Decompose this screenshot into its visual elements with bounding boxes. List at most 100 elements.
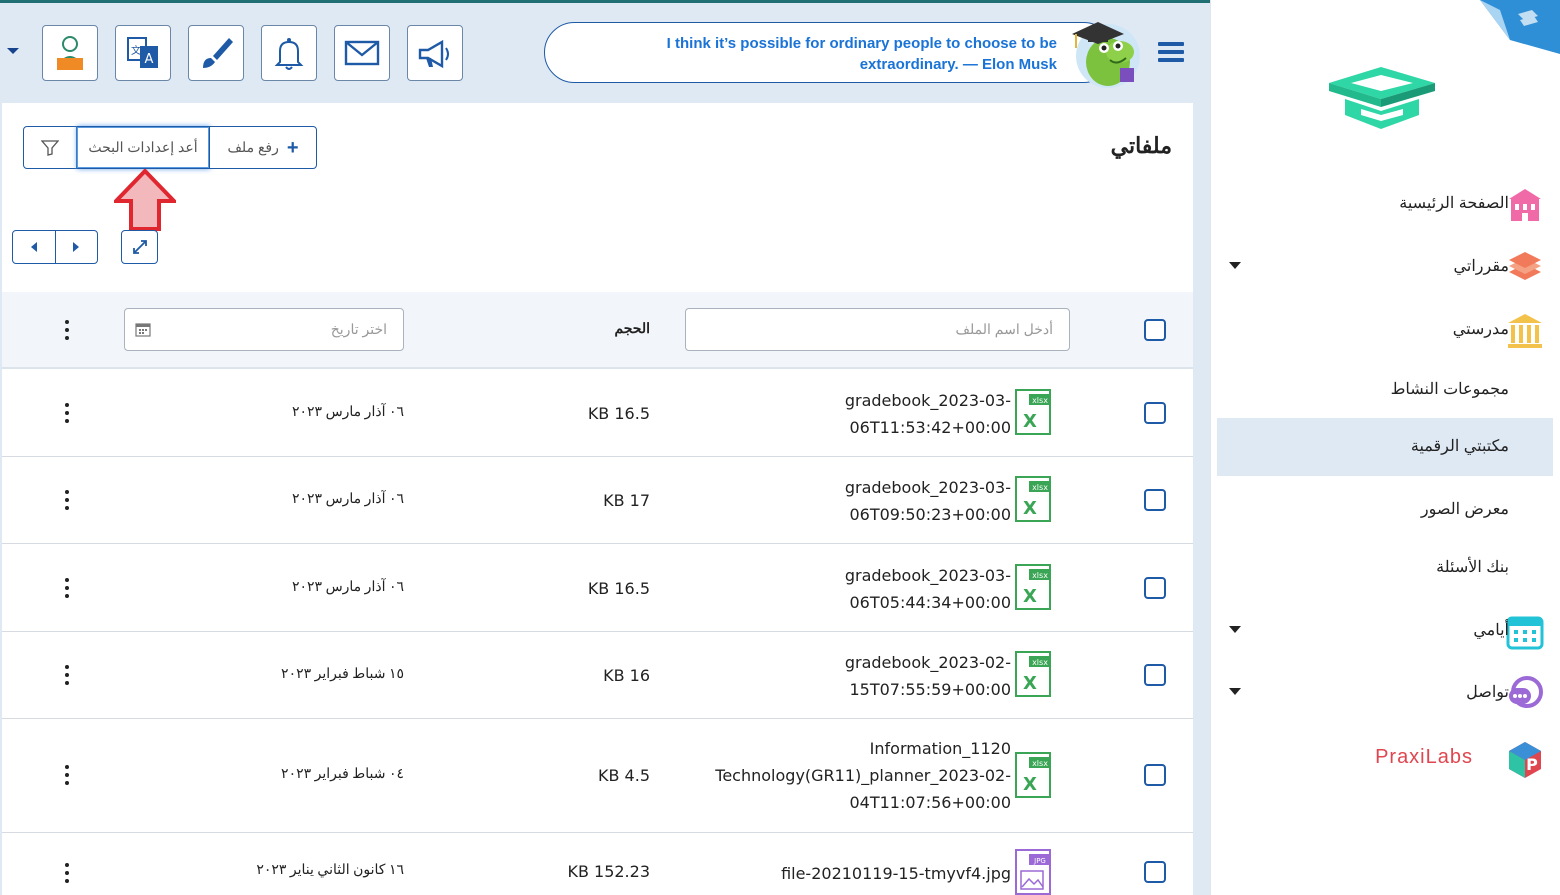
bell-icon bbox=[274, 38, 304, 70]
svg-text:X: X bbox=[1023, 774, 1037, 795]
row-checkbox[interactable] bbox=[1144, 764, 1166, 786]
svg-text:文: 文 bbox=[131, 44, 141, 57]
sidebar-item-digital-library[interactable]: مكتبتي الرقمية bbox=[1217, 418, 1553, 476]
brush-icon bbox=[203, 38, 233, 68]
row-checkbox[interactable] bbox=[1144, 577, 1166, 599]
sidebar-item-activity-groups[interactable]: مجموعات النشاط bbox=[1217, 361, 1553, 419]
quote-text: I think it’s possible for ordinary peopl… bbox=[666, 35, 1057, 73]
messages-button[interactable] bbox=[334, 25, 390, 81]
sidebar-item-gallery[interactable]: معرض الصور bbox=[1217, 481, 1553, 539]
sidebar-item-label: مكتبتي الرقمية bbox=[1410, 438, 1509, 455]
pagination-nav bbox=[12, 230, 98, 264]
svg-text:P: P bbox=[1526, 755, 1538, 774]
image-file-icon: JPG bbox=[1015, 849, 1051, 895]
sidebar-item-question-bank[interactable]: بنك الأسئلة bbox=[1217, 539, 1553, 597]
row-checkbox[interactable] bbox=[1144, 489, 1166, 511]
sidebar-item-label: أيامي bbox=[1473, 622, 1509, 639]
file-size: KB 152.23 bbox=[567, 862, 650, 881]
sidebar-item-label: مقرراتي bbox=[1453, 258, 1509, 275]
file-size: KB 4.5 bbox=[598, 766, 650, 785]
file-date: ١٥ شباط فبراير ٢٠٢٣ bbox=[281, 667, 404, 682]
row-checkbox[interactable] bbox=[1144, 664, 1166, 686]
row-checkbox[interactable] bbox=[1144, 402, 1166, 424]
sidebar-item-courses[interactable]: مقرراتي bbox=[1217, 238, 1553, 296]
svg-text:JPG: JPG bbox=[1033, 857, 1046, 865]
upload-file-button[interactable]: رفع ملف + bbox=[210, 126, 317, 169]
file-date: ٠٤ شباط فبراير ٢٠٢٣ bbox=[281, 767, 404, 782]
file-name[interactable]: gradebook_2023-02- 15T07:55:59+00:00 bbox=[651, 649, 1011, 703]
sidebar: الصفحة الرئيسية مقرراتي مدرستي مجموعات ا… bbox=[1210, 0, 1560, 895]
file-name[interactable]: gradebook_2023-03- 06T05:44:34+00:00 bbox=[651, 562, 1011, 616]
sidebar-item-label: الصفحة الرئيسية bbox=[1399, 195, 1509, 212]
filename-search-input[interactable]: أدخل اسم الملف bbox=[685, 308, 1070, 351]
row-more-options-icon[interactable] bbox=[64, 765, 70, 785]
file-size: KB 16.5 bbox=[587, 404, 650, 423]
row-more-options-icon[interactable] bbox=[64, 578, 70, 598]
school-building-icon bbox=[1509, 189, 1541, 221]
sidebar-item-label: PraxiLabs bbox=[1375, 746, 1473, 768]
translate-button[interactable]: A 文 bbox=[115, 25, 171, 81]
sidebar-item-praxilabs[interactable]: P PraxiLabs bbox=[1217, 730, 1553, 788]
plus-icon: + bbox=[286, 136, 299, 159]
sidebar-item-my-days[interactable]: أيامي bbox=[1217, 602, 1553, 660]
svg-text:xlsx: xlsx bbox=[1032, 571, 1048, 580]
sidebar-item-label: تواصل bbox=[1466, 684, 1509, 701]
svg-text:xlsx: xlsx bbox=[1032, 396, 1048, 405]
file-date: ٠٦ آذار مارس ٢٠٢٣ bbox=[291, 580, 404, 595]
profile-icon bbox=[57, 36, 83, 70]
sidebar-item-my-school[interactable]: مدرستي bbox=[1217, 301, 1553, 359]
row-more-options-icon[interactable] bbox=[64, 490, 70, 510]
svg-text:xlsx: xlsx bbox=[1032, 658, 1048, 667]
file-size: KB 17 bbox=[603, 491, 650, 510]
table-row: xlsx X Information_1120 Technology(GR11)_… bbox=[2, 719, 1193, 833]
file-date: ١٦ كانون الثاني يناير ٢٠٢٣ bbox=[256, 863, 404, 878]
sidebar-item-label: مدرستي bbox=[1452, 321, 1509, 338]
file-name[interactable]: file-20210119-15-tmyvf4.jpg bbox=[651, 860, 1011, 887]
svg-text:xlsx: xlsx bbox=[1032, 483, 1048, 492]
date-picker-input[interactable]: اختر تاريخ bbox=[124, 308, 404, 351]
svg-text:X: X bbox=[1023, 411, 1037, 432]
file-name[interactable]: gradebook_2023-03- 06T11:53:42+00:00 bbox=[651, 387, 1011, 441]
header-more-options-icon[interactable] bbox=[64, 320, 70, 340]
menu-toggle-icon[interactable] bbox=[1158, 42, 1184, 64]
filter-button[interactable] bbox=[23, 126, 77, 169]
chat-icon bbox=[1509, 676, 1543, 708]
table-row: xlsx X gradebook_2023-03- 06T05:44:34+00:… bbox=[2, 544, 1193, 632]
row-checkbox[interactable] bbox=[1144, 861, 1166, 883]
sidebar-item-home[interactable]: الصفحة الرئيسية bbox=[1217, 175, 1553, 233]
file-name[interactable]: gradebook_2023-03- 06T09:50:23+00:00 bbox=[651, 474, 1011, 528]
theme-button[interactable] bbox=[188, 25, 244, 81]
chevron-down-icon bbox=[1229, 626, 1241, 633]
notifications-button[interactable] bbox=[261, 25, 317, 81]
toolbar: أعد إعدادات البحث رفع ملف + bbox=[23, 126, 317, 169]
svg-text:X: X bbox=[1023, 673, 1037, 694]
calendar-icon bbox=[1506, 616, 1544, 650]
fullscreen-button[interactable] bbox=[121, 230, 158, 264]
corner-decoration-icon bbox=[1480, 0, 1560, 54]
institution-icon bbox=[1508, 314, 1542, 348]
quote-banner: I think it’s possible for ordinary peopl… bbox=[544, 22, 1114, 83]
file-size: KB 16.5 bbox=[587, 579, 650, 598]
page-title: ملفاتي bbox=[1110, 133, 1172, 158]
books-icon bbox=[1509, 252, 1541, 280]
row-more-options-icon[interactable] bbox=[64, 863, 70, 883]
announcements-button[interactable] bbox=[407, 25, 463, 81]
excel-file-icon: xlsx X bbox=[1015, 651, 1051, 697]
row-more-options-icon[interactable] bbox=[64, 665, 70, 685]
reset-search-button[interactable]: أعد إعدادات البحث bbox=[77, 126, 210, 169]
row-more-options-icon[interactable] bbox=[64, 403, 70, 423]
file-name[interactable]: Information_1120 Technology(GR11)_planner… bbox=[651, 735, 1011, 816]
svg-text:X: X bbox=[1023, 498, 1037, 519]
sidebar-item-communication[interactable]: تواصل bbox=[1217, 664, 1553, 722]
excel-file-icon: xlsx X bbox=[1015, 476, 1051, 522]
left-arrow-icon bbox=[30, 242, 37, 252]
expand-icon bbox=[132, 240, 147, 254]
prev-page-button[interactable] bbox=[13, 231, 56, 263]
red-arrow-annotation-icon bbox=[114, 169, 176, 231]
calendar-small-icon bbox=[135, 323, 151, 337]
app-logo-icon bbox=[1329, 67, 1435, 129]
select-all-checkbox[interactable] bbox=[1144, 319, 1166, 341]
header-dropdown-caret[interactable] bbox=[7, 48, 19, 54]
next-page-button[interactable] bbox=[56, 231, 98, 263]
profile-button[interactable] bbox=[42, 25, 98, 81]
